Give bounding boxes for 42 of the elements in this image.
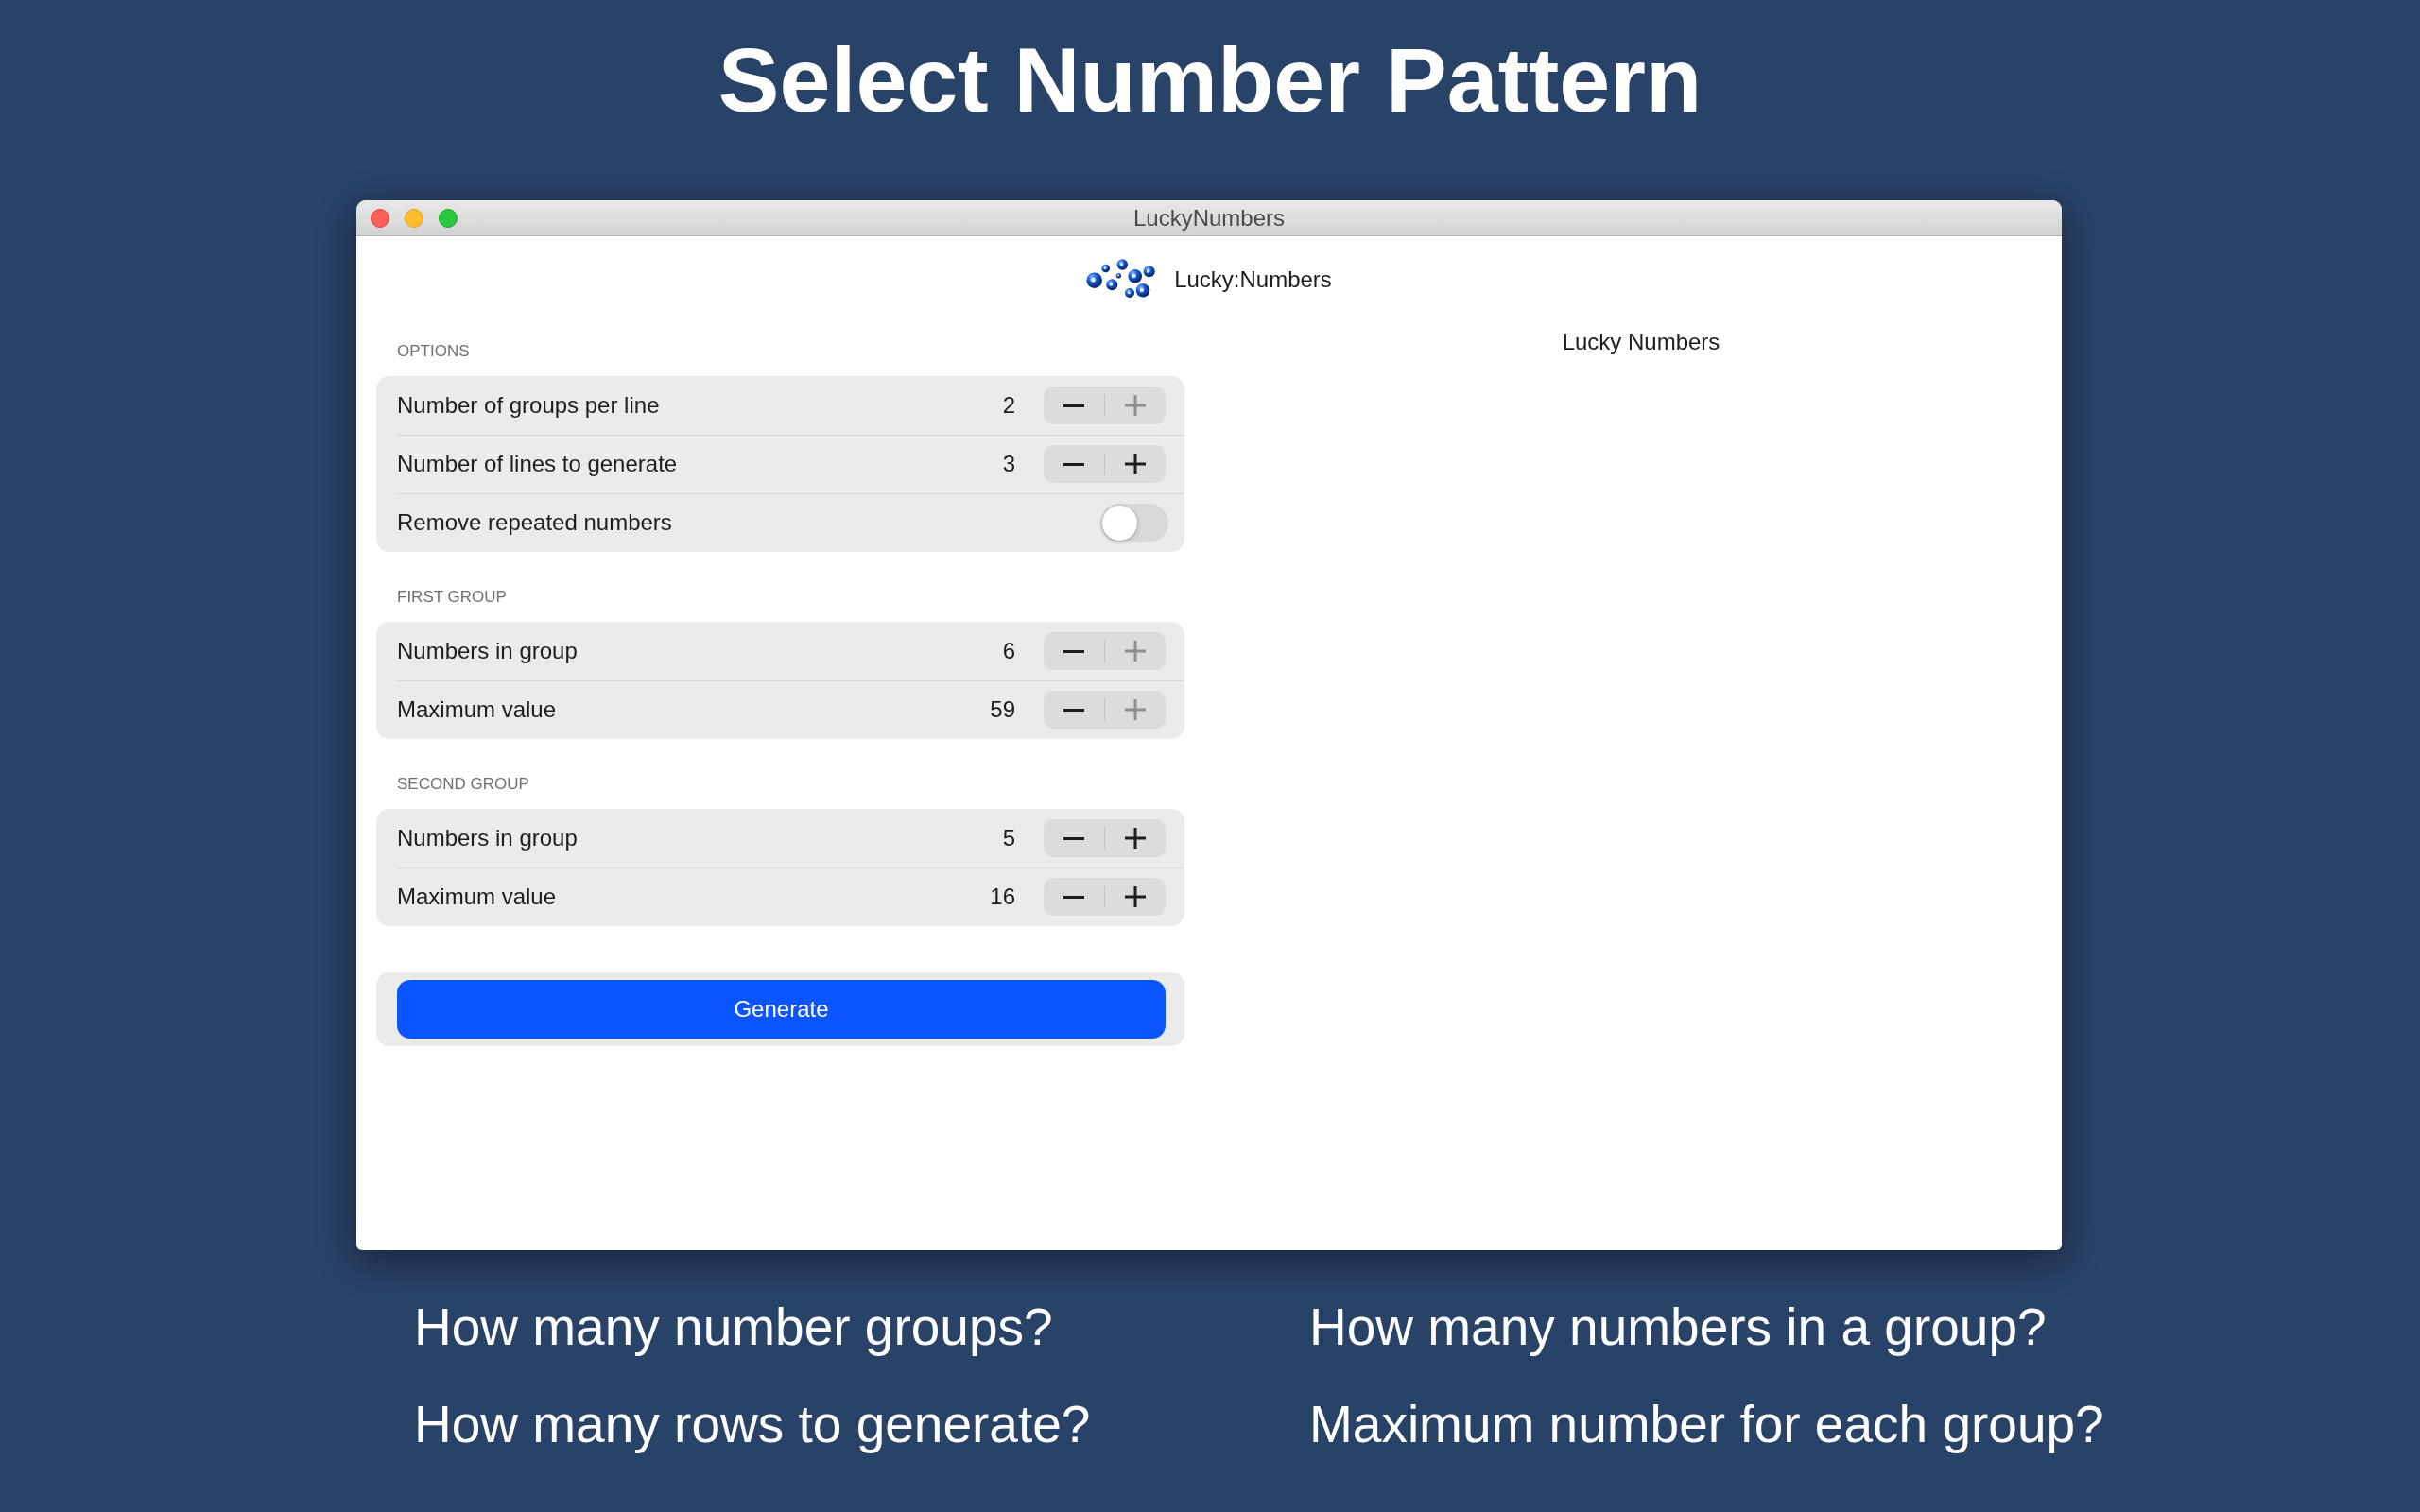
option-value: 5 [1002,825,1015,851]
stepper[interactable] [1044,878,1166,916]
minus-icon [1063,836,1084,840]
window-title: LuckyNumbers [1132,204,1286,232]
option-value: 3 [1002,451,1015,477]
minus-icon [1063,649,1084,653]
option-label: Number of groups per line [397,392,660,419]
plus-icon [1125,828,1146,849]
stepper[interactable] [1044,445,1166,483]
option-label: Maximum value [397,696,557,723]
minus-icon [1063,462,1084,466]
feature-caption: How many numbers in a group? [1309,1297,2047,1357]
plus-icon [1125,699,1146,720]
option-value: 2 [1002,392,1015,419]
page-headline: Select Number Pattern [717,28,1703,132]
option-label: Numbers in group [397,825,578,851]
plus-icon [1125,395,1146,416]
section-heading: FIRST GROUP [396,588,507,607]
option-label: Maximum value [397,884,557,910]
feature-caption: Maximum number for each group? [1309,1394,2104,1454]
generate-button[interactable]: Generate [397,980,1166,1039]
section-heading: OPTIONS [396,342,470,361]
minus-icon [1063,708,1084,712]
option-value: 59 [990,696,1015,723]
section-heading: SECOND GROUP [396,775,529,794]
option-label: Remove repeated numbers [397,509,672,536]
option-label: Number of lines to generate [397,451,678,477]
option-value: 16 [990,884,1015,910]
option-label: Numbers in group [397,638,578,664]
feature-caption: How many number groups? [414,1297,1053,1357]
option-value: 6 [1002,638,1015,664]
minus-icon [1063,404,1084,407]
minus-icon [1063,895,1084,899]
feature-caption: How many rows to generate? [414,1394,1091,1454]
close-button[interactable] [371,208,389,228]
stepper[interactable] [1044,819,1166,857]
toggle-switch[interactable] [1100,503,1168,542]
app-title: Lucky:Numbers [1174,266,1332,293]
plus-icon [1125,454,1146,474]
plus-icon [1125,886,1146,907]
plus-icon [1125,641,1146,662]
results-title: Lucky Numbers [1562,329,1720,355]
